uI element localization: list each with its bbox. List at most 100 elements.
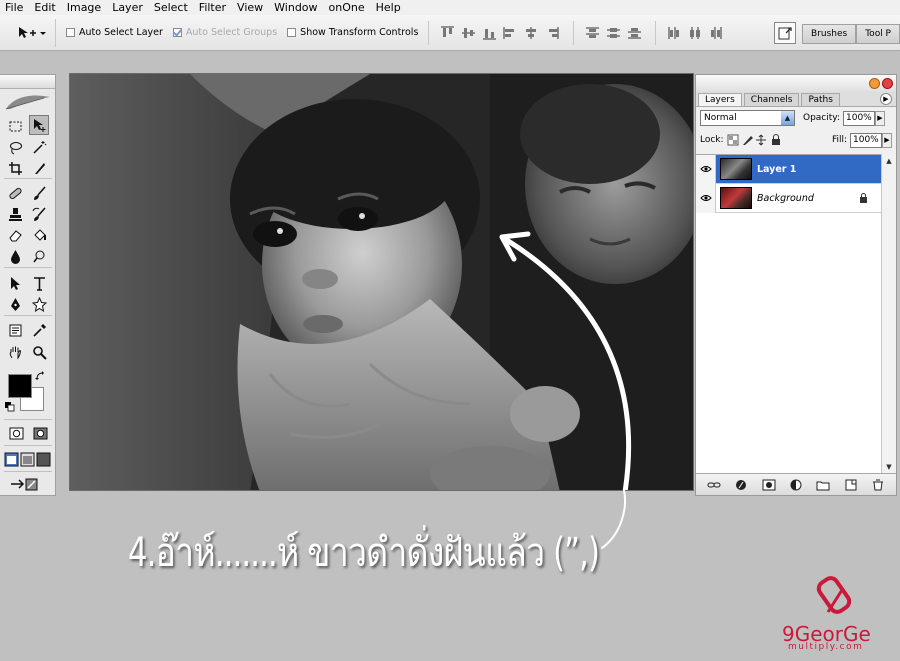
- marquee-tool[interactable]: [5, 116, 25, 136]
- layer-style-icon[interactable]: [734, 479, 748, 491]
- eraser-tool[interactable]: [5, 225, 25, 245]
- align-right-icon[interactable]: [545, 26, 560, 40]
- type-icon: [33, 276, 45, 291]
- layers-panel-titlebar[interactable]: [696, 75, 896, 91]
- visibility-eye-icon[interactable]: [696, 154, 716, 184]
- distribute-right-icon[interactable]: [709, 26, 724, 40]
- lock-image-icon[interactable]: [742, 136, 753, 145]
- menu-select[interactable]: Select: [149, 1, 194, 15]
- notes-tool[interactable]: [5, 320, 25, 340]
- path-selection-tool[interactable]: [5, 273, 25, 293]
- jump-to-imageready-button[interactable]: [5, 474, 45, 494]
- toolbox-header[interactable]: [0, 75, 55, 89]
- menu-filter[interactable]: Filter: [194, 1, 232, 15]
- visibility-eye-icon[interactable]: [696, 183, 716, 213]
- menu-image[interactable]: Image: [62, 1, 107, 15]
- brushes-tab[interactable]: Brushes: [802, 24, 857, 44]
- menu-layer[interactable]: Layer: [107, 1, 149, 15]
- delete-layer-icon[interactable]: [871, 479, 885, 491]
- magic-wand-tool[interactable]: [29, 137, 49, 157]
- align-bottom-icon[interactable]: [482, 26, 497, 40]
- show-transform-controls-checkbox[interactable]: Show Transform Controls: [287, 27, 418, 38]
- brush-tool[interactable]: [29, 183, 49, 203]
- scroll-down-icon[interactable]: ▼: [882, 460, 896, 474]
- blend-mode-select[interactable]: Normal ▲: [700, 110, 795, 126]
- opacity-slider-arrow-icon[interactable]: ▶: [875, 110, 885, 126]
- scroll-up-icon[interactable]: ▲: [882, 154, 896, 168]
- align-hcenter-icon[interactable]: [524, 26, 539, 40]
- auto-select-groups-checkbox[interactable]: Auto Select Groups: [172, 27, 277, 38]
- screen-mode-menubar[interactable]: [19, 449, 35, 469]
- paint-bucket-tool[interactable]: [29, 225, 49, 245]
- blur-tool[interactable]: [5, 246, 25, 266]
- menu-onone[interactable]: onOne: [324, 1, 371, 15]
- chevron-down-icon: ▲: [781, 111, 794, 125]
- lock-all-icon[interactable]: [771, 139, 780, 145]
- layer-row-layer-1[interactable]: Layer 1: [696, 154, 882, 184]
- clone-stamp-tool[interactable]: [5, 204, 25, 224]
- feather-logo[interactable]: [0, 89, 55, 113]
- align-left-icon[interactable]: [503, 26, 518, 40]
- lock-position-icon[interactable]: [755, 134, 766, 146]
- link-layers-icon[interactable]: [707, 479, 721, 491]
- tab-paths[interactable]: Paths: [801, 93, 840, 106]
- menu-window[interactable]: Window: [269, 1, 323, 15]
- panel-menu-icon[interactable]: ▶: [880, 93, 892, 105]
- custom-shape-tool[interactable]: [29, 294, 49, 314]
- tab-channels[interactable]: Channels: [743, 93, 800, 106]
- lasso-tool[interactable]: [5, 137, 25, 157]
- quick-mask-button[interactable]: [29, 423, 51, 443]
- fill-input[interactable]: 100%: [850, 132, 882, 148]
- slice-tool[interactable]: [29, 158, 49, 178]
- fill-slider-arrow-icon[interactable]: ▶: [882, 132, 892, 148]
- layer-mask-icon[interactable]: [762, 479, 776, 491]
- zoom-tool[interactable]: [29, 342, 49, 362]
- auto-select-layer-checkbox[interactable]: Auto Select Layer: [66, 27, 163, 38]
- healing-brush-tool[interactable]: [5, 183, 25, 203]
- lock-fill-row: Lock: Fill: 100% ▶: [696, 129, 896, 151]
- standard-mode-button[interactable]: [5, 423, 27, 443]
- auto-select-layer-label: Auto Select Layer: [79, 27, 163, 38]
- opacity-input[interactable]: 100%: [843, 110, 875, 126]
- adjustment-layer-icon[interactable]: [789, 479, 803, 491]
- tool-presets-tab[interactable]: Tool P: [856, 24, 900, 44]
- swap-colors-icon[interactable]: [35, 371, 45, 381]
- screen-mode-full[interactable]: [35, 449, 51, 469]
- zoom-icon: [32, 345, 47, 360]
- notes-icon: [9, 324, 21, 336]
- menu-view[interactable]: View: [232, 1, 269, 15]
- new-group-icon[interactable]: [816, 479, 830, 491]
- align-top-icon[interactable]: [440, 26, 455, 40]
- minimize-icon[interactable]: [869, 78, 880, 89]
- close-icon[interactable]: [882, 78, 893, 89]
- default-colors-icon[interactable]: [5, 402, 15, 412]
- menu-file[interactable]: File: [0, 1, 29, 15]
- dodge-tool[interactable]: [29, 246, 49, 266]
- align-buttons: [428, 20, 563, 45]
- menu-help[interactable]: Help: [371, 1, 407, 15]
- layer-row-background[interactable]: Background: [696, 183, 882, 213]
- move-tool[interactable]: [29, 115, 49, 135]
- crop-tool[interactable]: [5, 158, 25, 178]
- hand-tool[interactable]: [5, 342, 25, 362]
- distribute-bottom-icon[interactable]: [627, 26, 642, 40]
- file-browser-button[interactable]: [774, 22, 796, 44]
- align-vcenter-icon[interactable]: [461, 26, 476, 40]
- tab-layers[interactable]: Layers: [698, 93, 742, 106]
- checkbox-box: [66, 28, 75, 37]
- foreground-color-swatch[interactable]: [8, 374, 32, 398]
- screen-mode-standard[interactable]: [3, 449, 19, 469]
- document-canvas[interactable]: [69, 73, 694, 491]
- eyedropper-tool[interactable]: [29, 320, 49, 340]
- distribute-hcenter-icon[interactable]: [688, 26, 703, 40]
- distribute-vcenter-icon[interactable]: [606, 26, 621, 40]
- tool-preset-picker[interactable]: [6, 18, 56, 47]
- layer-list-scrollbar[interactable]: ▲ ▼: [881, 154, 896, 474]
- menu-edit[interactable]: Edit: [29, 1, 61, 15]
- type-tool[interactable]: [29, 273, 49, 293]
- distribute-left-icon[interactable]: [667, 26, 682, 40]
- pen-tool[interactable]: [5, 294, 25, 314]
- history-brush-tool[interactable]: [29, 204, 49, 224]
- distribute-top-icon[interactable]: [585, 26, 600, 40]
- new-layer-icon[interactable]: [844, 479, 858, 491]
